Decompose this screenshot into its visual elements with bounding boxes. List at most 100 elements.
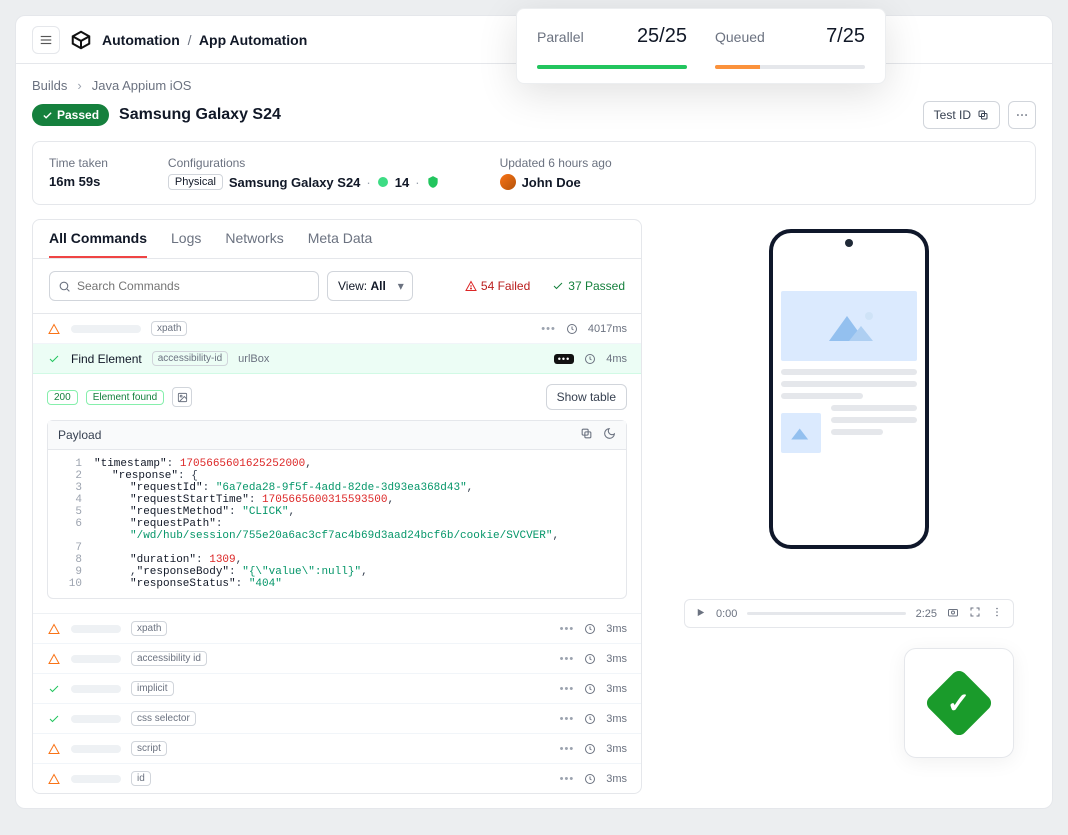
row-menu[interactable]: •••	[560, 713, 575, 725]
clock-icon	[584, 713, 596, 725]
row-menu[interactable]: •••	[560, 743, 575, 755]
crumb-app-automation[interactable]: App Automation	[199, 32, 307, 48]
search-input-wrapper[interactable]	[49, 271, 319, 301]
check-icon	[47, 353, 61, 365]
warning-icon	[47, 653, 61, 665]
duration: 4017ms	[588, 323, 627, 335]
locator-tag: accessibility id	[131, 651, 207, 666]
physical-chip: Physical	[168, 174, 223, 190]
clock-icon	[584, 353, 596, 365]
chevron-down-icon: ▾	[398, 279, 404, 293]
warning-icon	[465, 280, 477, 292]
more-button[interactable]	[1008, 101, 1036, 129]
crumb-builds[interactable]: Builds	[32, 78, 67, 93]
locator-tag: id	[131, 771, 151, 786]
video-scrubber[interactable]: 0:00 2:25	[684, 599, 1014, 628]
locator-type: accessibility-id	[152, 351, 228, 366]
search-icon	[58, 280, 71, 293]
app-window: Parallel 25/25 Queued 7/25 Automation / …	[15, 15, 1053, 809]
theme-icon[interactable]	[603, 427, 616, 443]
session-title: Samsung Galaxy S24	[119, 106, 281, 124]
test-id-button[interactable]: Test ID	[923, 101, 1000, 129]
parallel-bar	[537, 65, 687, 69]
duration: 4ms	[606, 353, 627, 365]
copy-icon[interactable]	[580, 427, 593, 443]
failed-count: 54 Failed	[465, 279, 530, 293]
tab-logs[interactable]: Logs	[171, 230, 201, 258]
crumb-automation[interactable]: Automation	[102, 32, 180, 48]
crumb-suite[interactable]: Java Appium iOS	[92, 78, 192, 93]
fullscreen-icon[interactable]	[969, 606, 981, 621]
locator-tag: css selector	[131, 711, 196, 726]
row-menu[interactable]: •••	[541, 323, 556, 335]
locator-tag: implicit	[131, 681, 174, 696]
command-list: xpath ••• 4017ms Fin	[33, 314, 641, 793]
parallel-label: Parallel	[537, 29, 584, 45]
command-row[interactable]: xpath ••• 4017ms	[33, 314, 641, 344]
queued-value: 7/25	[826, 25, 865, 48]
view-filter-dropdown[interactable]: View: All ▾	[327, 271, 413, 301]
tab-all-commands[interactable]: All Commands	[49, 230, 147, 258]
locator-value: urlBox	[238, 353, 269, 365]
menu-button[interactable]	[32, 26, 60, 54]
command-name: Find Element	[71, 352, 142, 366]
locator-tag: xpath	[131, 621, 167, 636]
command-row[interactable]: script •••3ms	[33, 734, 641, 764]
clock-icon	[584, 653, 596, 665]
avatar	[500, 174, 516, 190]
locator-tag: xpath	[151, 321, 187, 336]
time-taken-value: 16m 59s	[49, 174, 108, 189]
payload-box: Payload	[47, 420, 627, 599]
device-preview	[769, 229, 929, 549]
status-badge: Passed	[32, 104, 109, 126]
row-menu[interactable]: •••	[554, 354, 574, 364]
show-table-button[interactable]: Show table	[546, 384, 627, 410]
play-icon[interactable]	[695, 607, 706, 621]
configurations-label: Configurations	[168, 156, 440, 170]
warning-icon	[47, 743, 61, 755]
command-row[interactable]: id •••3ms	[33, 764, 641, 793]
usage-card: Parallel 25/25 Queued 7/25	[516, 8, 886, 84]
chevron-right-icon: ›	[77, 78, 81, 93]
locator-tag: script	[131, 741, 167, 756]
camera-icon[interactable]	[947, 606, 959, 621]
check-icon	[552, 280, 564, 292]
http-status-code: 200	[47, 390, 78, 405]
row-menu[interactable]: •••	[560, 773, 575, 785]
image-icon[interactable]	[172, 387, 192, 407]
check-icon	[47, 713, 61, 725]
tabs: All Commands Logs Networks Meta Data	[33, 220, 641, 259]
parallel-value: 25/25	[637, 25, 687, 48]
current-time: 0:00	[716, 608, 737, 620]
os-version: 14	[395, 175, 409, 190]
row-menu[interactable]: •••	[560, 623, 575, 635]
queued-bar	[715, 65, 865, 69]
clock-icon	[566, 323, 578, 335]
row-menu[interactable]: •••	[560, 683, 575, 695]
updated-label: Updated 6 hours ago	[500, 156, 612, 170]
tab-meta-data[interactable]: Meta Data	[308, 230, 373, 258]
logo-icon	[70, 29, 92, 51]
command-details: 200 Element found Show table Payload	[33, 374, 641, 614]
device-name: Samsung Galaxy S24	[229, 175, 361, 190]
row-menu[interactable]: •••	[560, 653, 575, 665]
command-row[interactable]: css selector •••3ms	[33, 704, 641, 734]
more-icon[interactable]	[991, 606, 1003, 621]
command-row[interactable]: accessibility id •••3ms	[33, 644, 641, 674]
clock-icon	[584, 623, 596, 635]
video-track[interactable]	[747, 612, 905, 615]
time-taken-label: Time taken	[49, 156, 108, 170]
status-text: Element found	[86, 390, 165, 405]
warning-icon	[47, 773, 61, 785]
search-input[interactable]	[77, 279, 310, 293]
check-icon	[47, 683, 61, 695]
command-row-open[interactable]: Find Element accessibility-id urlBox •••…	[33, 344, 641, 374]
verified-badge: ✓	[904, 648, 1014, 758]
meta-panel: Time taken 16m 59s Configurations Physic…	[32, 141, 1036, 205]
clock-icon	[584, 743, 596, 755]
command-row[interactable]: xpath •••3ms	[33, 614, 641, 644]
command-row[interactable]: implicit •••3ms	[33, 674, 641, 704]
payload-code: 1"timestamp": 1705665601625252000, 2"res…	[48, 450, 626, 598]
tab-networks[interactable]: Networks	[225, 230, 283, 258]
commands-card: All Commands Logs Networks Meta Data Vie…	[32, 219, 642, 794]
